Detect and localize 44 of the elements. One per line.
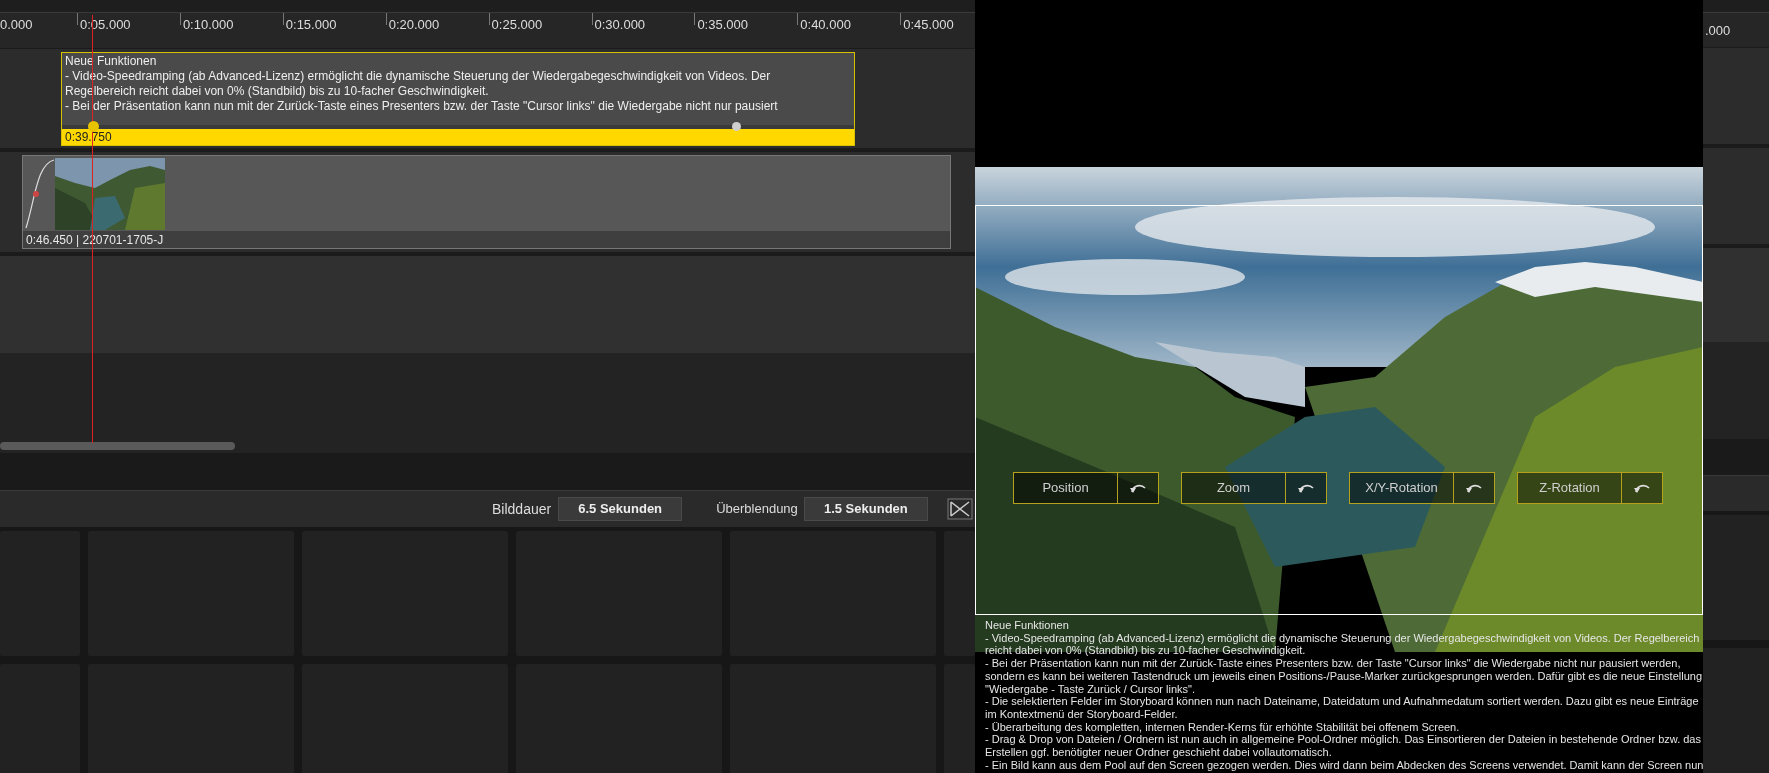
ruler-label: 0.000 bbox=[0, 18, 33, 31]
storyboard-slot[interactable] bbox=[944, 531, 975, 656]
transition-icon[interactable] bbox=[946, 498, 973, 520]
time-ruler[interactable]: .000 bbox=[1703, 11, 1769, 47]
ruler-label: .000 bbox=[1705, 22, 1731, 38]
undo-icon bbox=[1465, 482, 1483, 494]
duration-field[interactable]: 6.5 Sekunden bbox=[558, 497, 683, 521]
fade-curve-icon bbox=[25, 158, 55, 229]
ruler-label: 0:45.000 bbox=[903, 18, 954, 31]
storyboard-slot[interactable] bbox=[1703, 515, 1769, 641]
caption-line: im Kontextmenü der Storyboard-Felder. bbox=[985, 707, 1179, 721]
storyboard-slot[interactable] bbox=[1703, 648, 1769, 773]
undo-icon bbox=[1129, 482, 1147, 494]
crop-frame[interactable] bbox=[975, 205, 1703, 615]
caption-line: - Ein Bild kann aus dem Pool auf den Screen gezogen werden. Dies wird dann beim Abdecken des Screens verwendet. Damit kann der Screen nun bbox=[985, 758, 1701, 772]
ruler-label: 0:15.000 bbox=[285, 18, 337, 31]
caption-line: Neue Funktionen bbox=[985, 619, 1070, 632]
text-clip[interactable] bbox=[61, 51, 855, 146]
ruler-label: 0:35.000 bbox=[697, 18, 748, 31]
clip-text-line: - Bei der Präsentation kann nun mit der Zurück-Taste eines Presenters bzw. der Taste "Cursor links" die Wiedergabe nicht nur pausiert bbox=[65, 98, 779, 114]
toolbar bbox=[1703, 476, 1769, 512]
transition-field[interactable]: 1.5 Sekunden bbox=[803, 497, 928, 521]
keyframe-handle[interactable] bbox=[732, 121, 741, 131]
caption-line: - Drag & Drop von Dateien / Ordnern ist nun auch in allgemeine Pool-Ordner möglich. Das Einsortieren der Dateien in bestehende Ordner bzw. das bbox=[985, 733, 1701, 747]
keyframe-handle[interactable] bbox=[88, 120, 99, 132]
ruler-label: 0:25.000 bbox=[491, 18, 543, 31]
caption-line: - Bei der Präsentation kann nun mit der Zurück-Taste eines Presenters bzw. der Taste "Cursor links" die Wiedergabe nicht nur pausiert werden, bbox=[985, 657, 1682, 670]
transition-label: Überblendung bbox=[716, 500, 798, 519]
ruler-label: 0:10.000 bbox=[182, 18, 234, 31]
ruler-label: 0:40.000 bbox=[800, 18, 851, 31]
undo-icon bbox=[1297, 482, 1315, 494]
ruler-label: 0:20.000 bbox=[388, 18, 440, 31]
duration-label: Bilddauer bbox=[492, 499, 552, 519]
caption-line: "Wiedergabe - Taste Zurück / Cursor links". bbox=[985, 682, 1196, 696]
undo-icon bbox=[1633, 482, 1651, 494]
horizontal-scrollbar[interactable] bbox=[0, 442, 235, 450]
caption-line: - Überarbeitung des kompletten, internen Render-Kerns für erhöhte Stabilität bei offenem Screen. bbox=[985, 720, 1461, 734]
caption-line: reicht dabei von 0% (Standbild) bis zu 10-facher Geschwindigkeit. bbox=[985, 644, 1307, 658]
caption-line: Erstellen ggf. benötigter neuer Ordner geschieht dabei vollautomatisch. bbox=[985, 746, 1333, 759]
storyboard-slot[interactable] bbox=[944, 664, 975, 773]
caption-line: - Video-Speedramping (ab Advanced-Lizenz) ermöglicht die dynamische Steuerung der Wiedergabegeschwindigkeit von Videos. Der Regelbereich bbox=[985, 631, 1701, 645]
ruler-label: 0:30.000 bbox=[594, 18, 646, 31]
caption-line: - Die selektierten Felder im Storyboard können nun nach Dateiname, Dateidatum und Aufnahmedatum sortiert werden. Dazu gibt es neue Einträge bbox=[985, 695, 1700, 708]
caption-line: sondern es kann bei weiteren Tastendruck um jeweils einen Positions-/Pause-Marker zurückgesprungen werden. Dafür gibt es die neue Einstellung bbox=[985, 669, 1701, 683]
